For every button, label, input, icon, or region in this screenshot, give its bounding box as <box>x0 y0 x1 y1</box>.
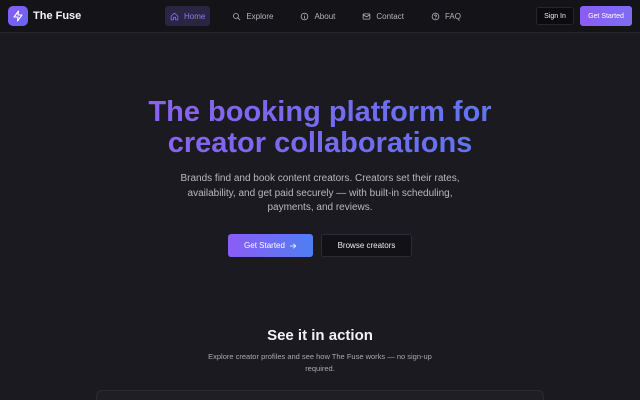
home-icon <box>170 12 179 20</box>
hero-subtitle: Brands find and book content creators. C… <box>180 173 460 213</box>
nav-item-contact[interactable]: Contact <box>356 6 410 26</box>
nav-get-started-button[interactable]: Get Started <box>580 6 632 26</box>
nav-item-label: Explore <box>246 11 274 21</box>
nav-item-explore[interactable]: Explore <box>226 6 279 26</box>
demo-preview-frame <box>96 390 544 400</box>
hero-title-line-2: creator collaborations <box>167 127 473 159</box>
search-icon <box>233 12 241 20</box>
nav-item-label: FAQ <box>444 11 461 21</box>
demo-section-subtitle: Explore creator profiles and see how The… <box>208 352 432 373</box>
mail-icon <box>363 12 371 20</box>
browse-creators-button[interactable]: Browse creators <box>321 234 412 257</box>
hero-get-started-button[interactable]: Get Started <box>228 234 313 257</box>
sign-in-button[interactable]: Sign In <box>536 7 574 25</box>
nav-item-label: Contact <box>376 11 404 21</box>
arrow-right-icon <box>289 243 297 248</box>
nav-item-label: About <box>314 11 336 21</box>
brand-name: The Fuse <box>33 10 82 22</box>
lightning-icon <box>8 6 28 26</box>
info-icon <box>301 12 309 20</box>
hero-title-line-1: The booking platform for <box>148 96 492 128</box>
nav-item-about[interactable]: About <box>294 6 341 26</box>
nav-item-home[interactable]: Home <box>165 6 211 26</box>
hero-get-started-label: Get Started <box>244 241 285 250</box>
brand-logo[interactable]: The Fuse <box>8 6 81 26</box>
nav-item-faq[interactable]: FAQ <box>425 6 467 26</box>
hero-title: The booking platform for creator collabo… <box>0 97 640 159</box>
main-nav: Home Explore About Contact FAQ <box>165 6 480 26</box>
nav-item-label: Home <box>184 11 206 21</box>
help-circle-icon <box>431 12 440 20</box>
hero-actions: Get Started Browse creators <box>228 234 412 257</box>
top-navbar: The Fuse Home Explore About Contact FAQ … <box>0 0 640 33</box>
demo-section-title: See it in action <box>267 327 373 344</box>
